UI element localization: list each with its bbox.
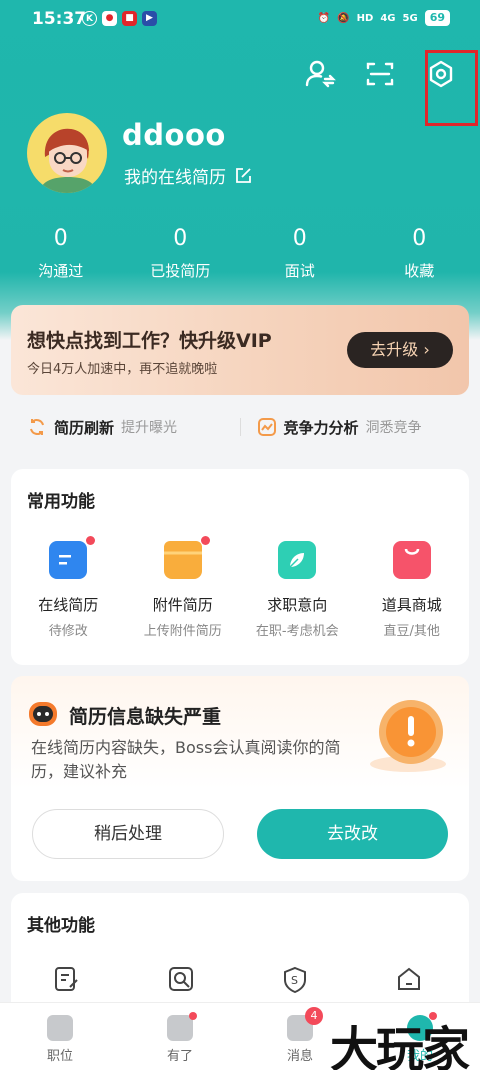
- function-grid: 在线简历 待修改 附件简历 上传附件简历 求职意向 在职-考虑机会 道具商城 直…: [11, 536, 470, 639]
- tab-jobs[interactable]: 职位: [0, 1003, 120, 1070]
- tab-label: 职位: [46, 1049, 73, 1064]
- func-sub: 上传附件简历: [143, 624, 222, 639]
- stat-applied[interactable]: 0 已投简历: [121, 226, 241, 281]
- quick-title: 简历刷新: [54, 418, 115, 437]
- weibo-app-icon: ●: [102, 11, 117, 26]
- stat-label: 面试: [284, 262, 315, 280]
- stat-value: 0: [53, 226, 68, 251]
- refresh-icon: [30, 419, 44, 435]
- func-label: 附件简历: [152, 596, 213, 614]
- hd-label: HD: [356, 12, 374, 24]
- username: ddooo: [122, 118, 226, 152]
- notification-dot: [189, 1012, 197, 1020]
- stat-label: 沟通过: [38, 262, 84, 280]
- edit-icon: [236, 167, 251, 183]
- alert-title: 简历信息缺失严重: [69, 706, 222, 728]
- battery-level: 69: [424, 10, 450, 26]
- stats-row: 0 沟通过 0 已投简历 0 面试 0 收藏: [0, 226, 480, 281]
- alert-text: 在线简历内容缺失，Boss会认真阅读你的简历，建议补充: [31, 738, 341, 781]
- home-icon[interactable]: [395, 965, 423, 997]
- status-bar: 15:37 K ● ■ ▶ ⏰ 🔕 HD 4G 5G 69: [0, 0, 480, 38]
- status-indicators: ⏰ 🔕 HD 4G 5G 69: [318, 10, 450, 26]
- signal-4g-label: 4G: [380, 12, 396, 24]
- section-title: 其他功能: [27, 916, 95, 936]
- notification-dot: [200, 536, 210, 545]
- signal-5g-label: 5G: [402, 12, 418, 24]
- switch-identity-icon[interactable]: [304, 58, 336, 90]
- document-icon: [49, 536, 96, 579]
- stat-label: 收藏: [404, 262, 435, 280]
- chat-icon: 4: [287, 1007, 323, 1041]
- svg-text:S: S: [291, 974, 298, 987]
- func-label: 在线简历: [38, 596, 99, 614]
- robot-icon: [27, 698, 59, 732]
- chart-line-icon: [257, 418, 276, 436]
- warning-coin-icon: [363, 692, 453, 786]
- vip-banner[interactable]: 想快点找到工作？快升级VIP 今日4万人加速中，再不追就晚啦 去升级 ›: [11, 305, 469, 395]
- quick-sub: 洞悉竞争: [365, 420, 422, 436]
- tab-youle[interactable]: 有了: [120, 1003, 240, 1070]
- upgrade-button[interactable]: 去升级 ›: [347, 332, 453, 368]
- status-time: 15:37: [32, 9, 87, 29]
- func-sub: 在职-考虑机会: [255, 624, 339, 639]
- scan-icon[interactable]: [364, 58, 396, 90]
- mute-icon: 🔕: [337, 12, 350, 24]
- stat-interview[interactable]: 0 面试: [240, 226, 360, 281]
- stat-value: 0: [412, 226, 427, 251]
- stat-label: 已投简历: [150, 262, 211, 280]
- shield-icon[interactable]: S: [281, 965, 309, 997]
- alarm-icon: ⏰: [317, 12, 331, 24]
- handle-later-button[interactable]: 稍后处理: [32, 809, 224, 859]
- red-app-icon: ■: [122, 11, 137, 26]
- my-resume-link[interactable]: 我的在线简历: [124, 163, 252, 188]
- go-edit-button[interactable]: 去改改: [257, 809, 448, 859]
- watermark-logo: 大玩家: [330, 1022, 470, 1070]
- vip-subtitle: 今日4万人加速中，再不追就晚啦: [27, 362, 218, 377]
- k-app-icon: K: [82, 11, 97, 26]
- resume-missing-alert-card: 简历信息缺失严重 在线简历内容缺失，Boss会认真阅读你的简历，建议补充 稍后处…: [11, 676, 469, 881]
- shopping-bag-icon: [392, 541, 431, 579]
- stat-favorites[interactable]: 0 收藏: [360, 226, 480, 281]
- func-label: 道具商城: [381, 596, 442, 614]
- search-doc-icon[interactable]: [167, 965, 195, 997]
- vip-title: 想快点找到工作？快升级VIP: [27, 330, 272, 352]
- func-online-resume[interactable]: 在线简历 待修改: [11, 536, 126, 639]
- quick-actions-row: 简历刷新 提升曝光 竞争力分析 洞悉竞争: [11, 402, 469, 452]
- stat-value: 0: [173, 226, 188, 251]
- settings-highlight-box: [425, 50, 478, 126]
- avatar[interactable]: [27, 113, 107, 193]
- tab-label: 有了: [166, 1049, 193, 1064]
- resume-refresh-button[interactable]: 简历刷新 提升曝光: [11, 417, 240, 438]
- stat-communicated[interactable]: 0 沟通过: [1, 226, 121, 281]
- func-attachment-resume[interactable]: 附件简历 上传附件简历: [126, 536, 241, 639]
- folder-icon: [163, 536, 210, 579]
- upgrade-label: 去升级: [370, 340, 419, 359]
- book-icon: [167, 1012, 197, 1041]
- leaf-icon: [278, 541, 317, 579]
- section-title: 常用功能: [27, 492, 95, 512]
- func-sub: 待修改: [48, 624, 88, 639]
- common-functions-card: 常用功能 在线简历 待修改 附件简历 上传附件简历 求职意向 在职-考虑机会 道…: [11, 469, 469, 665]
- func-label: 求职意向: [267, 596, 328, 614]
- func-job-intention[interactable]: 求职意向 在职-考虑机会: [240, 541, 355, 639]
- status-app-icons: K ● ■ ▶: [82, 11, 157, 26]
- my-resume-label: 我的在线简历: [124, 168, 226, 188]
- message-badge: 4: [305, 1007, 323, 1025]
- notification-dot: [86, 536, 96, 545]
- briefcase-icon: [47, 1015, 73, 1041]
- func-item-mall[interactable]: 道具商城 直豆/其他: [355, 541, 470, 639]
- quick-sub: 提升曝光: [121, 420, 178, 436]
- func-sub: 直豆/其他: [383, 624, 440, 639]
- stat-value: 0: [292, 226, 307, 251]
- chevron-right-icon: ›: [423, 340, 430, 359]
- video-app-icon: ▶: [142, 11, 157, 26]
- edit-note-icon[interactable]: [53, 965, 81, 997]
- competitiveness-button[interactable]: 竞争力分析 洞悉竞争: [241, 417, 470, 438]
- quick-title: 竞争力分析: [283, 418, 359, 437]
